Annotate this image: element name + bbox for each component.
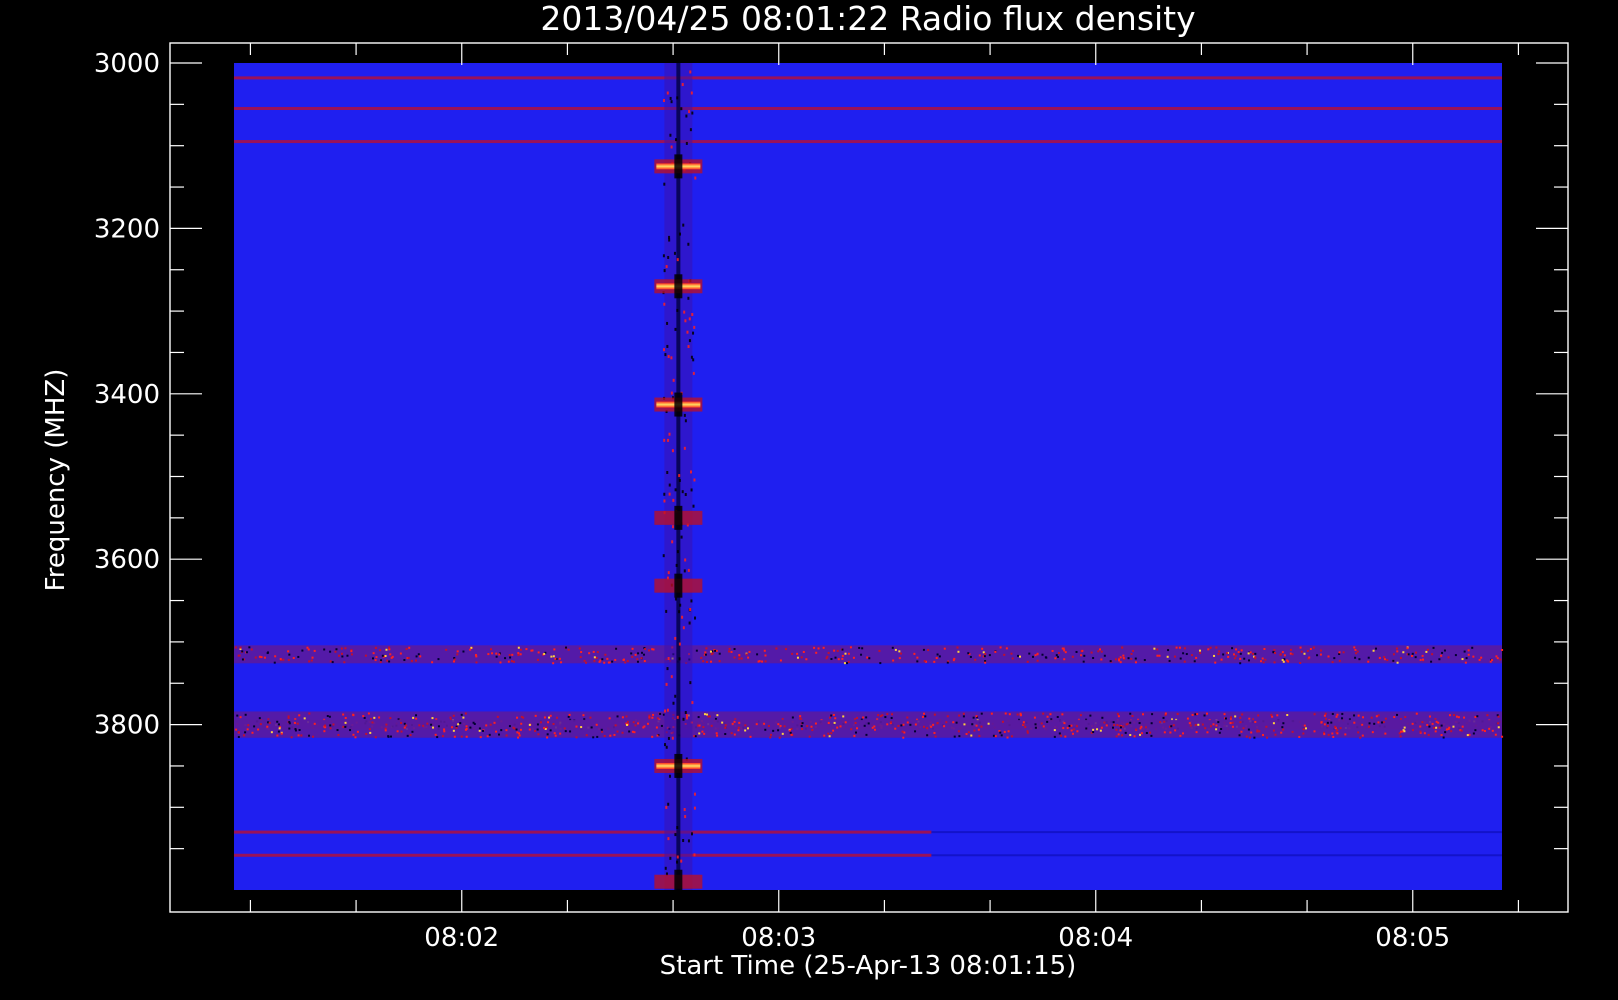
x-axis-label: Start Time (25-Apr-13 08:01:15)	[660, 951, 1077, 981]
y-tick-label-3800: 3800	[94, 711, 160, 741]
y-tick-label-3400: 3400	[94, 380, 160, 410]
heatmap-area	[234, 63, 1504, 894]
heatmap-background	[234, 63, 1502, 890]
band-3805	[234, 719, 1504, 739]
y-tick-label-3000: 3000	[94, 49, 160, 79]
x-tick-label-0802: 08:02	[424, 923, 499, 953]
y-tick-label-3200: 3200	[94, 214, 160, 244]
band-3095	[234, 140, 1502, 144]
x-tick-label-0804: 08:04	[1058, 923, 1133, 953]
x-tick-label-0805: 08:05	[1375, 923, 1450, 953]
spectrogram-chart: 2013/04/25 08:01:22 Radio flux density 3…	[41, 0, 1569, 981]
y-tick-label-3600: 3600	[94, 545, 160, 575]
band-3715	[234, 645, 1504, 665]
band-3018	[234, 76, 1502, 80]
band-3055	[234, 106, 1502, 110]
y-axis-label: Frequency (MHZ)	[41, 369, 71, 592]
x-tick-label-0803: 08:03	[741, 923, 816, 953]
chart-title: 2013/04/25 08:01:22 Radio flux density	[540, 0, 1195, 38]
